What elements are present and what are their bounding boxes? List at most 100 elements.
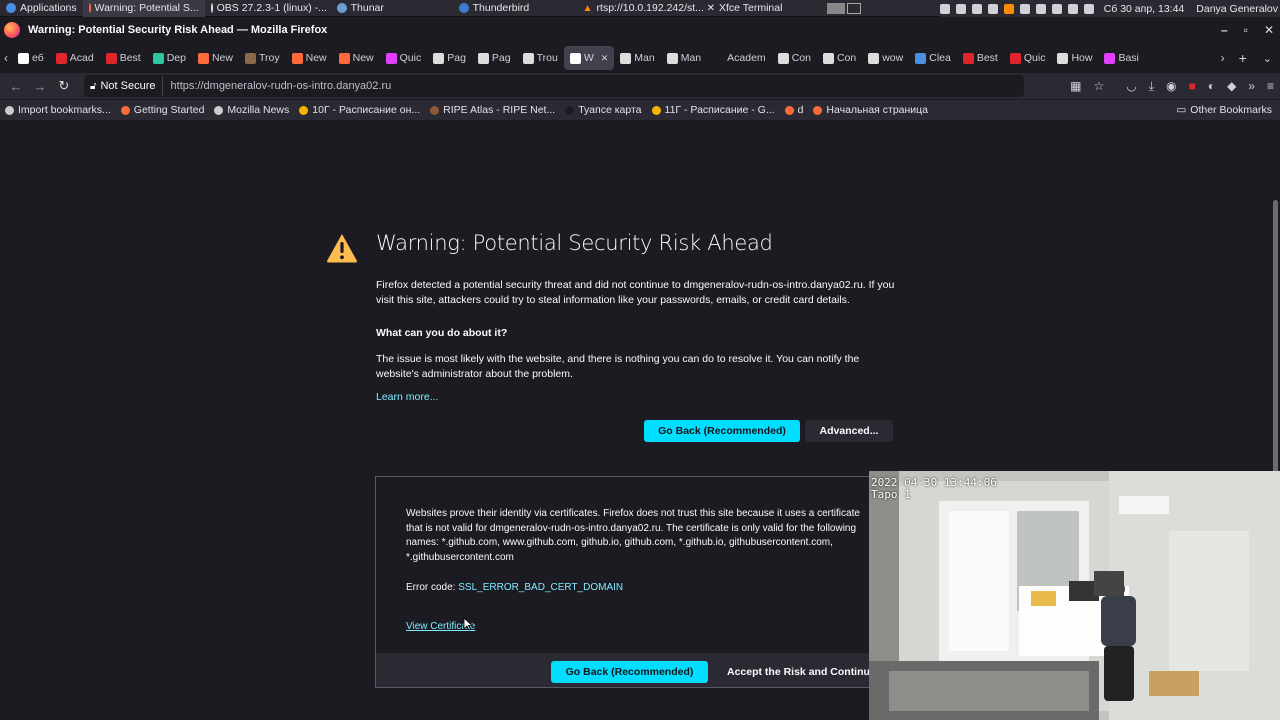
scroll-tabs-right-icon[interactable]: ›: [1215, 51, 1231, 65]
tab[interactable]: Pag: [427, 44, 472, 72]
forward-icon[interactable]: →: [28, 79, 52, 94]
volume-icon[interactable]: [1051, 3, 1062, 14]
task-firefox[interactable]: Warning: Potential S...: [82, 0, 205, 17]
tab[interactable]: New: [192, 44, 239, 72]
tab[interactable]: Quic: [1004, 44, 1052, 72]
tray-icon[interactable]: [1067, 3, 1078, 14]
bell-icon[interactable]: [1083, 3, 1094, 14]
advanced-button[interactable]: Advanced...: [805, 420, 893, 442]
tab[interactable]: Basi: [1098, 44, 1144, 72]
bookmark-label: Туапсе карта: [578, 104, 642, 116]
tab[interactable]: Man: [614, 44, 660, 72]
tab-favicon-icon: [620, 52, 632, 64]
tab[interactable]: Troy: [239, 44, 286, 72]
tab-label: Trou: [536, 52, 558, 64]
network-icon[interactable]: [1019, 3, 1030, 14]
tray-icon[interactable]: [1035, 3, 1046, 14]
tab[interactable]: How: [1051, 44, 1098, 72]
bookmark-item[interactable]: Начальная страница: [808, 104, 933, 116]
bookmark-item[interactable]: Import bookmarks...: [0, 104, 116, 116]
task-obs[interactable]: OBS 27.2.3-1 (linux) -...: [205, 0, 331, 17]
tab-favicon-icon: [18, 52, 29, 64]
tab-label: Best: [119, 52, 141, 64]
tab-active[interactable]: W ✕: [563, 46, 615, 70]
task-thunar[interactable]: Thunar: [331, 0, 453, 17]
tab-favicon-icon: [522, 52, 534, 64]
maximize-icon[interactable]: ▫: [1244, 23, 1248, 37]
close-icon[interactable]: ✕: [1264, 23, 1274, 37]
go-back-button-2[interactable]: Go Back (Recommended): [551, 661, 708, 683]
workspace-1[interactable]: [826, 2, 845, 14]
new-tab-icon[interactable]: +: [1231, 50, 1255, 66]
overflow-icon[interactable]: »: [1248, 79, 1255, 93]
back-icon[interactable]: ←: [4, 79, 28, 94]
tray-icon[interactable]: [939, 3, 950, 14]
close-tab-icon[interactable]: ✕: [601, 53, 609, 64]
bookmark-item[interactable]: Mozilla News: [209, 104, 294, 116]
error-code-line: Error code: SSL_ERROR_BAD_CERT_DOMAIN: [406, 581, 866, 596]
bluetooth-icon[interactable]: [955, 3, 966, 14]
workspace-2[interactable]: [846, 2, 861, 14]
tab[interactable]: Best: [957, 44, 1004, 72]
tab[interactable]: Con: [817, 44, 862, 72]
tab[interactable]: еб: [12, 44, 50, 72]
tab[interactable]: Academ: [707, 44, 772, 72]
vlc-tray-icon[interactable]: [1003, 3, 1014, 14]
tab[interactable]: Con: [772, 44, 817, 72]
tab[interactable]: Trou: [517, 44, 564, 72]
task-terminal[interactable]: ✕ Xfce Terminal: [701, 0, 821, 17]
certificate-explanation: Websites prove their identity via certif…: [406, 508, 860, 563]
workspace-switcher[interactable]: [826, 2, 861, 14]
error-code-label: Error code:: [406, 582, 456, 593]
download-icon[interactable]: ⤓: [1149, 79, 1154, 94]
accept-risk-button[interactable]: Accept the Risk and Continue: [721, 661, 881, 683]
applications-menu[interactable]: Applications: [0, 0, 83, 17]
other-bookmarks[interactable]: ▭ Other Bookmarks: [1176, 100, 1272, 120]
clock[interactable]: Сб 30 апр, 13:44: [1104, 3, 1185, 15]
go-back-button[interactable]: Go Back (Recommended): [644, 420, 800, 442]
tray-icon[interactable]: [987, 3, 998, 14]
tab[interactable]: Pag: [472, 44, 517, 72]
tab[interactable]: Quic: [380, 44, 428, 72]
error-code-link[interactable]: SSL_ERROR_BAD_CERT_DOMAIN: [458, 582, 623, 593]
bookmark-item[interactable]: 11Г - Расписание - G...: [647, 104, 780, 116]
grid-icon[interactable]: ▦: [1070, 79, 1081, 93]
bookmark-item[interactable]: d: [780, 104, 809, 116]
window-titlebar[interactable]: Warning: Potential Security Risk Ahead —…: [0, 18, 1280, 42]
tab-label: New: [211, 52, 233, 64]
scroll-tabs-left-icon[interactable]: ‹: [0, 51, 12, 65]
shield-icon[interactable]: [971, 3, 982, 14]
tab[interactable]: New: [333, 44, 380, 72]
firefox-icon: [88, 3, 91, 13]
extension-icon[interactable]: ◆: [1227, 79, 1236, 93]
tab[interactable]: Dep: [147, 44, 192, 72]
url-bar[interactable]: 🔓︎ Not Secure https://dmgeneralov-rudn-o…: [84, 75, 1024, 97]
task-thunderbird[interactable]: Thunderbird: [453, 0, 577, 17]
camera-preview[interactable]: 2022-04-30 13:44:06 Тapo 1: [869, 471, 1280, 720]
minimize-icon[interactable]: –: [1221, 23, 1228, 37]
not-secure-indicator[interactable]: 🔓︎ Not Secure: [84, 76, 163, 96]
reload-icon[interactable]: ↻: [52, 78, 76, 94]
tab[interactable]: Best: [100, 44, 147, 72]
menu-icon[interactable]: ≡: [1267, 79, 1274, 93]
extension-icon[interactable]: ◐: [1208, 79, 1215, 93]
tab[interactable]: New: [286, 44, 333, 72]
tab[interactable]: wow: [862, 44, 909, 72]
chevron-down-icon[interactable]: ⌄: [1255, 52, 1280, 65]
bookmark-item[interactable]: Getting Started: [116, 104, 210, 116]
bookmark-item[interactable]: 10Г - Расписание он...: [294, 104, 425, 116]
user-menu[interactable]: Danya Generalov: [1196, 3, 1278, 15]
tab[interactable]: Acad: [50, 44, 100, 72]
tab-label: еб: [32, 52, 44, 64]
tab[interactable]: Clea: [909, 44, 957, 72]
task-vlc[interactable]: ▲ rtsp://10.0.192.242/st...: [577, 0, 704, 17]
tab[interactable]: Man: [661, 44, 707, 72]
bookmark-item[interactable]: RIPE Atlas - RIPE Net...: [425, 104, 560, 116]
learn-more-link[interactable]: Learn more...: [376, 391, 438, 403]
pocket-icon[interactable]: ◡: [1126, 79, 1136, 93]
bookmark-star-icon[interactable]: ☆: [1094, 79, 1105, 93]
bookmark-item[interactable]: Туапсе карта: [560, 104, 646, 116]
url-text[interactable]: https://dmgeneralov-rudn-os-intro.danya0…: [163, 80, 392, 92]
account-icon[interactable]: ◉: [1166, 79, 1176, 93]
extension-icon[interactable]: ■: [1189, 79, 1196, 93]
